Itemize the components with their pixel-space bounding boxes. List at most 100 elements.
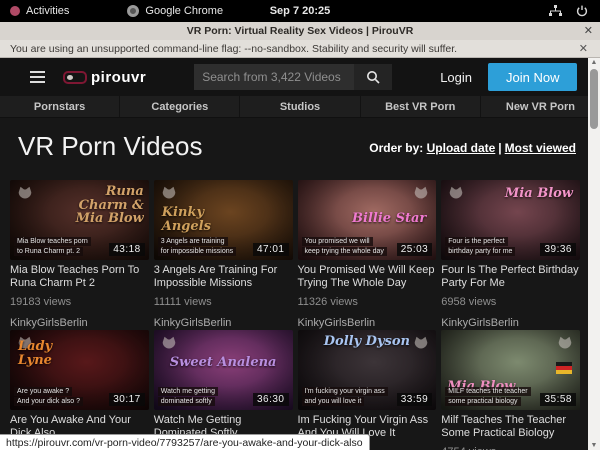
- video-card: Dolly Dyson I'm fucking your virgin assa…: [298, 330, 437, 450]
- video-title-link[interactable]: You Promised We Will Keep Trying The Who…: [298, 264, 437, 290]
- order-by-label: Order by:: [369, 141, 423, 155]
- system-top-bar: Activities Google Chrome Sep 7 20:25: [0, 0, 600, 22]
- search-bar: [194, 64, 392, 90]
- german-flag-icon: [556, 362, 572, 374]
- scrollbar-down-arrow-icon[interactable]: ▼: [588, 442, 600, 449]
- video-thumbnail[interactable]: Mia Blow MILF teaches the teachersome pr…: [441, 330, 580, 410]
- warning-text: You are using an unsupported command-lin…: [10, 43, 457, 55]
- vr-goggles-icon: [63, 71, 87, 84]
- studio-link[interactable]: KinkyGirlsBerlin: [10, 317, 149, 329]
- recording-indicator-icon: [10, 6, 20, 16]
- order-by-upload-date-link[interactable]: Upload date: [427, 141, 496, 155]
- power-icon[interactable]: [576, 5, 588, 17]
- site-header: pirouvr Login Join Now: [0, 58, 588, 96]
- video-views: 6958 views: [441, 296, 580, 308]
- thumbnail-overlay-name: Dolly Dyson: [298, 335, 437, 349]
- thumbnail-caption: Are you awake ?And your dick also ?: [14, 387, 83, 406]
- video-views: 11326 views: [298, 296, 437, 308]
- thumbnail-overlay-name: Kinky Angels: [162, 206, 238, 233]
- video-views: 11111 views: [154, 296, 293, 308]
- hamburger-menu-icon[interactable]: [30, 68, 45, 86]
- thumbnail-caption: Watch me gettingdominated softly: [158, 387, 218, 406]
- focused-app-menu[interactable]: Google Chrome: [127, 5, 223, 17]
- status-url: https://pirouvr.com/vr-porn-video/779325…: [6, 437, 363, 449]
- thumbnail-overlay-name: Mia Blow: [505, 187, 573, 201]
- duration-badge: 47:01: [253, 243, 289, 256]
- studio-watermark-icon: [556, 335, 574, 353]
- thumbnail-caption: MILF teaches the teachersome practical b…: [445, 387, 530, 406]
- thumbnail-caption: You promised we willkeep trying the whol…: [302, 237, 387, 256]
- network-tree-icon[interactable]: [549, 5, 562, 17]
- login-link[interactable]: Login: [440, 70, 472, 85]
- video-thumbnail[interactable]: Runa Charm & Mia Blow Mia Blow teaches p…: [10, 180, 149, 260]
- video-title-link[interactable]: Mia Blow Teaches Porn To Runa Charm Pt 2: [10, 264, 149, 290]
- thumbnail-overlay-name: Lady Lyne: [18, 340, 84, 367]
- search-button[interactable]: [354, 64, 392, 90]
- join-now-button[interactable]: Join Now: [488, 63, 577, 91]
- video-card: Kinky Angels 3 Angels are trainingfor im…: [154, 180, 293, 330]
- studio-watermark-icon: [16, 185, 34, 203]
- duration-badge: 43:18: [109, 243, 145, 256]
- clock[interactable]: Sep 7 20:25: [0, 5, 600, 17]
- search-icon: [366, 70, 380, 84]
- studio-link[interactable]: KinkyGirlsBerlin: [154, 317, 293, 329]
- duration-badge: 39:36: [540, 243, 576, 256]
- window-title: VR Porn: Virtual Reality Sex Videos | Pi…: [187, 25, 414, 37]
- thumbnail-overlay-name: Sweet Analena: [154, 356, 293, 370]
- thumbnail-overlay-name: Billie Star: [352, 212, 426, 226]
- scrollbar-thumb[interactable]: [590, 69, 598, 129]
- thumbnail-caption: Four is the perfectbirthday party for me: [445, 237, 515, 256]
- video-title-link[interactable]: Milf Teaches The Teacher Some Practical …: [441, 414, 580, 440]
- studio-watermark-icon: [447, 185, 465, 203]
- window-titlebar[interactable]: VR Porn: Virtual Reality Sex Videos | Pi…: [0, 22, 600, 40]
- scrollbar-up-arrow-icon[interactable]: ▲: [588, 59, 600, 66]
- video-title-link[interactable]: Four Is The Perfect Birthday Party For M…: [441, 264, 580, 290]
- nav-item-pornstars[interactable]: Pornstars: [0, 96, 119, 117]
- site-logo[interactable]: pirouvr: [63, 69, 146, 86]
- window-close-icon[interactable]: ✕: [584, 24, 593, 37]
- page-content: VR Porn Videos Order by: Upload date|Mos…: [0, 118, 588, 450]
- duration-badge: 36:30: [253, 393, 289, 406]
- warning-close-icon[interactable]: ✕: [579, 42, 588, 55]
- activities-label: Activities: [26, 5, 69, 17]
- page-title: VR Porn Videos: [18, 131, 203, 162]
- search-input[interactable]: [194, 64, 354, 90]
- video-card: Sweet Analena Watch me gettingdominated …: [154, 330, 293, 450]
- activities-button[interactable]: Activities: [10, 5, 69, 17]
- order-by: Order by: Upload date|Most viewed: [369, 141, 576, 155]
- thumbnail-caption: Mia Blow teaches pornto Runa Charm pt. 2: [14, 237, 91, 256]
- video-card: Runa Charm & Mia Blow Mia Blow teaches p…: [10, 180, 149, 330]
- link-status-bubble: https://pirouvr.com/vr-porn-video/779325…: [0, 434, 370, 450]
- site-logo-text: pirouvr: [91, 69, 146, 86]
- nav-item-new-vr-porn[interactable]: New VR Porn: [480, 96, 600, 117]
- duration-badge: 30:17: [109, 393, 145, 406]
- nav-item-best-vr-porn[interactable]: Best VR Porn: [360, 96, 480, 117]
- duration-badge: 33:59: [397, 393, 433, 406]
- video-card: Lady Lyne Are you awake ?And your dick a…: [10, 330, 149, 450]
- duration-badge: 35:58: [540, 393, 576, 406]
- studio-link[interactable]: KinkyGirlsBerlin: [441, 317, 580, 329]
- nav-item-categories[interactable]: Categories: [119, 96, 239, 117]
- thumbnail-caption: I'm fucking your virgin assand you will …: [302, 387, 388, 406]
- browser-scrollbar[interactable]: ▲ ▼: [588, 58, 600, 450]
- video-thumbnail[interactable]: Billie Star You promised we willkeep try…: [298, 180, 437, 260]
- video-thumbnail[interactable]: Lady Lyne Are you awake ?And your dick a…: [10, 330, 149, 410]
- chrome-icon: [127, 5, 139, 17]
- studio-link[interactable]: KinkyGirlsBerlin: [298, 317, 437, 329]
- thumbnail-overlay-name: Runa Charm & Mia Blow: [72, 185, 144, 226]
- studio-watermark-icon: [412, 185, 430, 203]
- video-title-link[interactable]: 3 Angels Are Training For Impossible Mis…: [154, 264, 293, 290]
- video-thumbnail[interactable]: Kinky Angels 3 Angels are trainingfor im…: [154, 180, 293, 260]
- app-name-label: Google Chrome: [145, 5, 223, 17]
- nav-item-studios[interactable]: Studios: [239, 96, 359, 117]
- order-by-most-viewed-link[interactable]: Most viewed: [505, 141, 576, 155]
- video-card: Billie Star You promised we willkeep try…: [298, 180, 437, 330]
- video-thumbnail[interactable]: Mia Blow Four is the perfectbirthday par…: [441, 180, 580, 260]
- chrome-warning-bar: You are using an unsupported command-lin…: [0, 40, 600, 58]
- video-thumbnail[interactable]: Dolly Dyson I'm fucking your virgin assa…: [298, 330, 437, 410]
- thumbnail-caption: 3 Angels are trainingfor impossible miss…: [158, 237, 236, 256]
- video-views: 19183 views: [10, 296, 149, 308]
- video-thumbnail[interactable]: Sweet Analena Watch me gettingdominated …: [154, 330, 293, 410]
- main-nav: Pornstars Categories Studios Best VR Por…: [0, 96, 600, 118]
- duration-badge: 25:03: [397, 243, 433, 256]
